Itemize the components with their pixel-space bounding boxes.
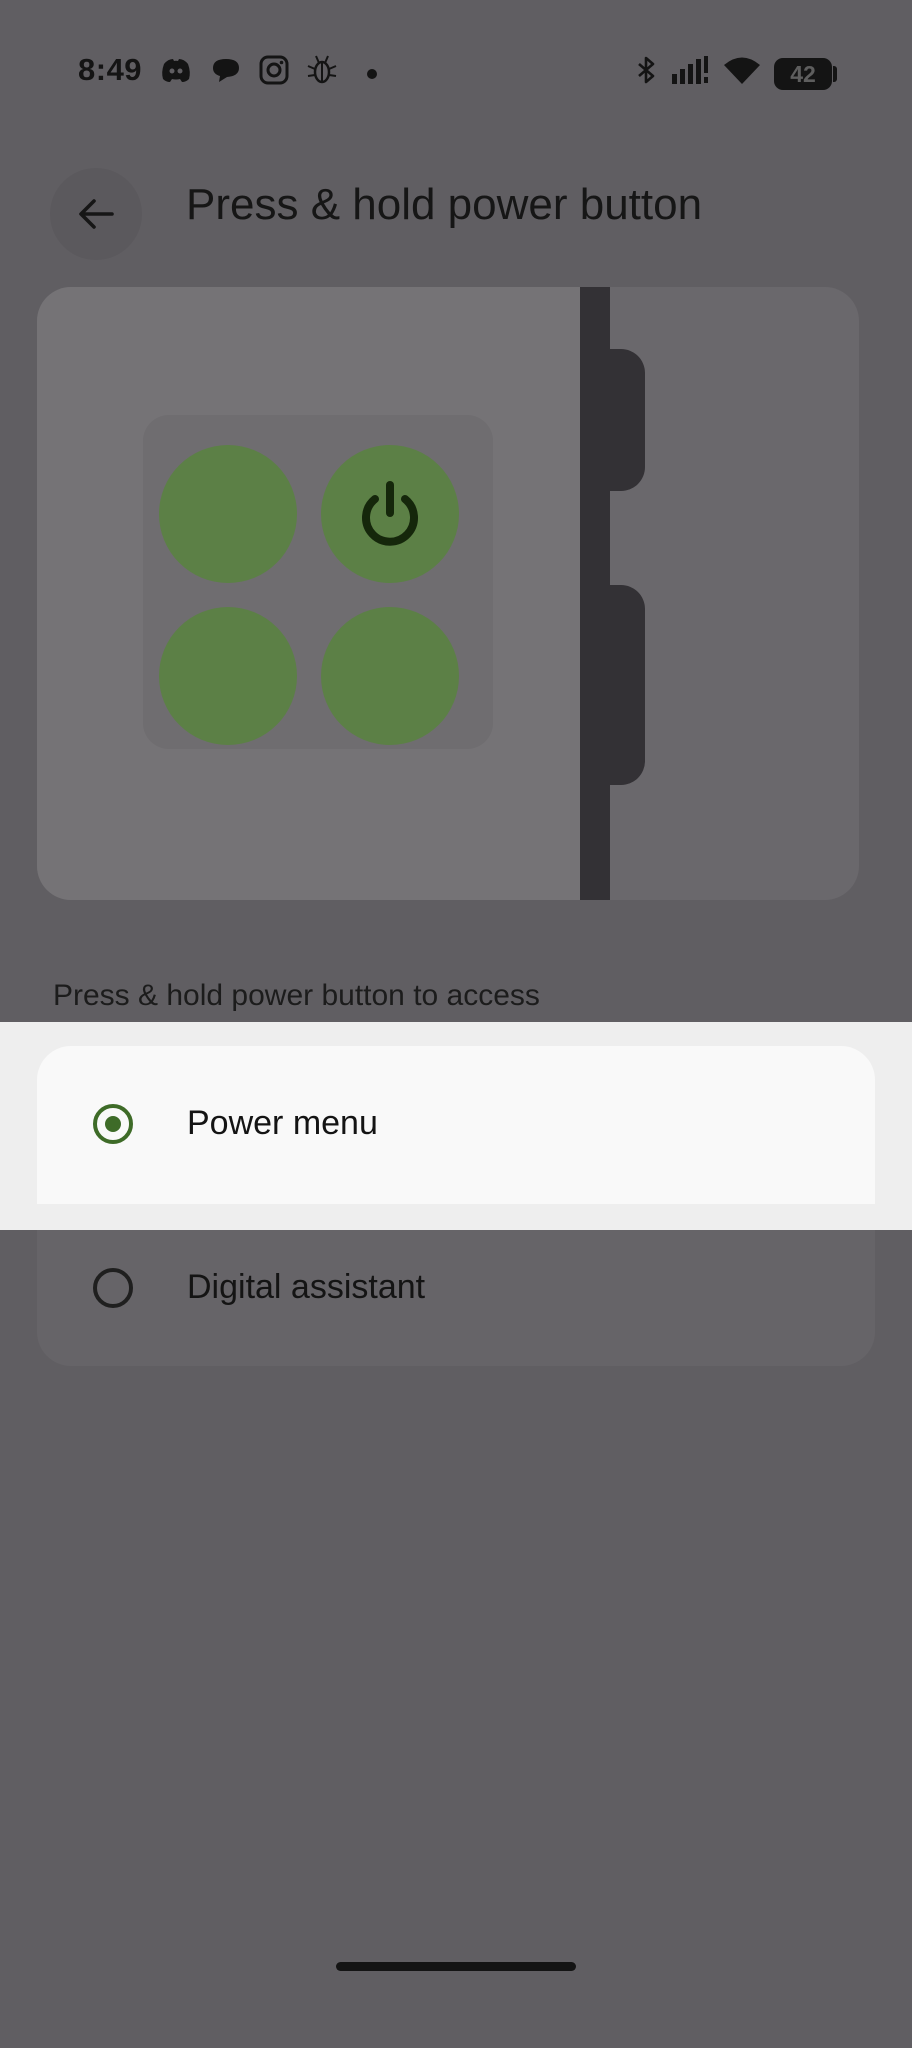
- screen: 8:49 42 Press & hold power button Press …: [0, 0, 912, 2048]
- wifi-icon: [722, 54, 762, 86]
- tile-dot: [159, 607, 297, 745]
- power-tile-dot: [321, 445, 459, 583]
- home-indicator[interactable]: [336, 1962, 576, 1971]
- volume-key-graphic: [597, 585, 645, 785]
- tile-dot: [159, 445, 297, 583]
- discord-icon: [160, 54, 192, 86]
- battery-icon: 42: [774, 58, 832, 90]
- radio-power-menu[interactable]: [93, 1104, 133, 1144]
- power-icon: [362, 481, 418, 546]
- instagram-icon: [258, 54, 290, 86]
- power-button-illustration: [37, 287, 859, 900]
- option-power-menu[interactable]: Power menu: [37, 1046, 875, 1204]
- radio-digital-assistant[interactable]: [93, 1268, 133, 1308]
- bug-icon: [306, 54, 338, 86]
- option-digital-assistant[interactable]: Digital assistant: [37, 1230, 875, 1366]
- cellular-signal-icon: [670, 54, 710, 86]
- battery-nub: [833, 66, 837, 82]
- message-bubble-icon: [210, 54, 242, 86]
- dot-icon: [360, 54, 384, 86]
- tile-dot: [321, 607, 459, 745]
- power-key-graphic: [597, 349, 645, 491]
- option-label-digital-assistant: Digital assistant: [187, 1268, 426, 1306]
- bluetooth-icon: [630, 54, 662, 86]
- status-time: 8:49: [78, 52, 143, 87]
- back-arrow-icon: [79, 199, 114, 229]
- option-label-power-menu: Power menu: [187, 1104, 378, 1142]
- back-button[interactable]: [50, 168, 142, 260]
- page-title: Press & hold power button: [186, 180, 703, 229]
- status-bar: 8:49 42: [0, 0, 912, 150]
- section-header: Press & hold power button to access: [53, 979, 540, 1012]
